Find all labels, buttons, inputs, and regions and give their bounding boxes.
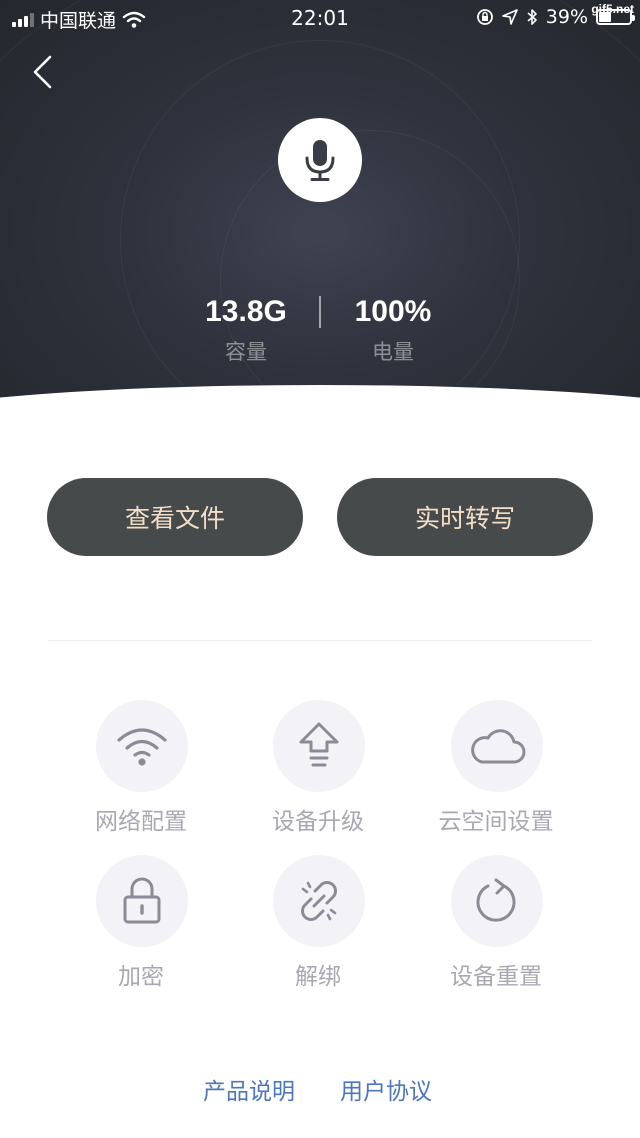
- battery-value: 100%: [354, 295, 432, 328]
- unbind-item[interactable]: 解绑: [229, 855, 407, 1005]
- location-icon: [501, 9, 518, 25]
- header-curve: [0, 385, 640, 420]
- back-button[interactable]: [22, 52, 62, 92]
- realtime-transcribe-button[interactable]: 实时转写: [337, 478, 593, 556]
- watermark: gif5.net: [591, 2, 634, 16]
- battery-percent: 39%: [545, 6, 588, 28]
- wifi-icon: [117, 728, 167, 766]
- device-reset-item[interactable]: 设备重置: [407, 855, 585, 1005]
- chevron-left-icon: [33, 55, 52, 89]
- icon-circle: [96, 855, 188, 947]
- grid-item-label: 云空间设置: [438, 809, 554, 835]
- encryption-item[interactable]: 加密: [52, 855, 230, 1005]
- stats-divider: [319, 296, 321, 328]
- status-bar: 中国联通 22:01 39% gif5.net: [0, 0, 640, 40]
- device-upgrade-item[interactable]: 设备升级: [229, 700, 407, 850]
- view-files-button[interactable]: 查看文件: [47, 478, 303, 556]
- user-agreement-link[interactable]: 用户协议: [340, 1072, 432, 1106]
- network-config-item[interactable]: 网络配置: [52, 700, 230, 850]
- microphone-icon: [305, 140, 335, 181]
- lock-icon: [123, 877, 161, 924]
- rotation-lock-icon: [476, 9, 493, 25]
- icon-circle: [273, 700, 365, 792]
- unlink-icon: [301, 881, 337, 921]
- capacity-label: 容量: [225, 340, 267, 364]
- cloud-space-item[interactable]: 云空间设置: [407, 700, 585, 850]
- footer-links: 产品说明 用户协议: [0, 1072, 640, 1105]
- battery-stat: 100% 电量: [323, 292, 463, 366]
- capacity-stat: 13.8G 容量: [176, 292, 316, 366]
- capacity-value: 13.8G: [205, 295, 287, 328]
- icon-circle: [96, 700, 188, 792]
- upgrade-arrow-icon: [299, 722, 339, 767]
- battery-label: 电量: [372, 340, 414, 364]
- section-divider: [48, 640, 592, 641]
- bluetooth-icon: [527, 9, 537, 25]
- product-info-link[interactable]: 产品说明: [203, 1072, 295, 1106]
- device-stats: 13.8G 容量 100% 电量: [0, 292, 640, 372]
- grid-item-label: 设备重置: [450, 964, 542, 990]
- cloud-icon: [471, 729, 526, 764]
- icon-circle: [273, 855, 365, 947]
- reset-icon: [476, 878, 516, 922]
- device-avatar: [278, 118, 362, 202]
- icon-circle: [451, 700, 543, 792]
- icon-circle: [451, 855, 543, 947]
